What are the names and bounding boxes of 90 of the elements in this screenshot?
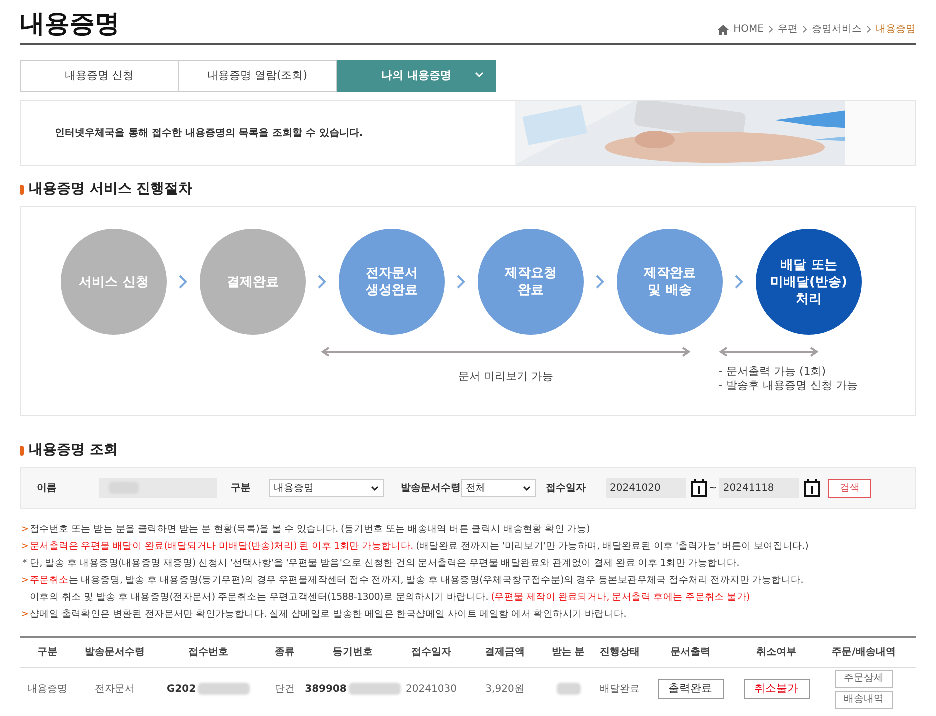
step-label: 전자문서 (366, 265, 418, 282)
chevron-right-icon (318, 275, 327, 290)
type-select[interactable]: 내용증명 (269, 479, 384, 498)
tab[interactable]: 나의 내용증명 (337, 60, 496, 92)
search-button[interactable]: 검색 (828, 478, 872, 498)
caret-icon (371, 486, 379, 491)
note-marker: > (21, 541, 29, 552)
receive-select[interactable]: 전체 (461, 479, 536, 498)
table-cell-text: 내용증명 (28, 682, 68, 697)
breadcrumb-link[interactable]: 우편 (778, 22, 798, 38)
step-label: 제작완료 (644, 265, 696, 282)
range-separator: ~ (709, 482, 718, 496)
section-heading: 내용증명 조회 (29, 441, 118, 460)
column-header: 구분 (36, 646, 58, 660)
breadcrumb-link[interactable]: 내용증명 (876, 22, 916, 38)
column-header: 접수일자 (410, 646, 452, 660)
column-header: 결제금액 (484, 646, 526, 660)
tab[interactable]: 내용증명 신청 (20, 60, 179, 92)
blurred-value (198, 683, 250, 696)
notice-text: 접수번호 또는 받는 분을 클릭하면 받는 분 현황(목록)을 볼 수 있습니다. (등기번호 또는 배송내역 버튼 클릭시 배송현황 확인 가능) (30, 523, 590, 538)
note-marker: > (21, 524, 29, 536)
note-marker: * (22, 558, 28, 570)
order-detail-button[interactable]: 주문상세 (835, 670, 893, 688)
table-cell-text: 배달완료 (600, 682, 640, 697)
print-status-button[interactable]: 출력완료 (658, 679, 724, 700)
field-label: 이름 (37, 482, 58, 496)
breadcrumb-link[interactable]: HOME (734, 22, 764, 38)
step-label: 완료 (518, 282, 544, 300)
blurred-value (556, 683, 580, 696)
chevron-right-icon (735, 275, 744, 290)
page-title: 내용증명 (20, 8, 120, 40)
chevron-right-icon (179, 275, 188, 290)
step-label: 및 배송 (648, 282, 692, 300)
calendar-icon[interactable] (804, 479, 820, 498)
order-detail-button[interactable]: 배송내역 (835, 690, 893, 709)
bullet-icon (20, 184, 24, 195)
tab[interactable]: 내용증명 열람(조회) (178, 60, 337, 92)
field-label: 접수일자 (546, 482, 587, 496)
column-header: 종류 (274, 646, 296, 660)
chevron-down-icon (475, 72, 484, 78)
chevron-right-icon (867, 26, 871, 34)
step-label: 생성완료 (366, 282, 418, 300)
step-label: 서비스 신청 (79, 274, 149, 291)
column-header: 받는 분 (550, 646, 586, 660)
table-cell[interactable]: G202 (166, 682, 196, 697)
notice-text: 문서출력은 우편물 배달이 완료(배달되거나 미배달(반송)처리) 된 이후 1회만 가능합니다. (배달완료 전까지는 '미리보기'만 가능하며, 배달완료된 이후 '출력가능' 버튼이 보여집니다.) (30, 540, 809, 554)
chevron-right-icon (803, 26, 807, 34)
chevron-right-icon (769, 26, 773, 34)
home-icon (718, 24, 729, 35)
table-cell-text: 3,920원 (486, 682, 524, 697)
step-label: 미배달(반송) (770, 274, 848, 291)
notice-text: 샵메일 출력확인은 변환된 전자문서만 확인가능합니다. 실제 샵메일로 발송한 메일은 한국샵메일 사이트 메일함 에서 확인하시기 바랍니다. (30, 608, 626, 622)
date-to-field[interactable]: 20241118 (719, 478, 800, 498)
chevron-right-icon (457, 275, 466, 290)
bullet-icon (20, 446, 24, 456)
breadcrumb-link[interactable]: 증명서비스 (812, 22, 862, 38)
final-note: - 발송후 내용증명 신청 가능 (719, 379, 858, 394)
column-header: 등기번호 (332, 646, 374, 660)
name-field[interactable] (99, 478, 217, 498)
column-header: 진행상태 (599, 646, 641, 660)
chevron-right-icon (596, 275, 605, 290)
notice-text: 주문취소는 내용증명, 발송 후 내용증명(등기우편)의 경우 우편물제작센터 접수 전까지, 발송 후 내용증명(우체국창구접수분)의 경우 등본보관우체국 접수처리 전까지만 가능합니다. (30, 574, 804, 588)
preview-note: 문서 미리보기 가능 (458, 369, 554, 386)
step-label: 배달 또는 (780, 256, 838, 274)
column-header: 취소여부 (756, 646, 798, 660)
step-label: 처리 (796, 290, 822, 308)
column-header: 주문/배송내역 (831, 646, 897, 660)
date-from-field[interactable]: 20241020 (606, 478, 686, 498)
column-header: 발송문서수령 (84, 646, 146, 660)
section-heading: 내용증명 서비스 진행절차 (29, 180, 193, 200)
notice-text: 단, 발송 후 내용증명(내용증명 재증명) 신청시 '선택사항'을 '우편물 받음'으로 신청한 건의 문서출력은 우편물 배달완료와 관계없이 결제 완료 이후 1회만 가능합니다. (30, 557, 740, 572)
banner-text: 인터넷우체국을 통해 접수한 내용증명의 목록을 조회할 수 있습니다. (55, 126, 364, 141)
notice-text: 이후의 취소 및 발송 후 내용증명(전자문서) 주문취소는 우편고객센터(1588-1300)로 문의하시기 바랍니다. (우편물 제작이 완료되거나, 문서출력 후에는 주문취소 불가) (30, 591, 750, 606)
table-cell-text: 단건 (275, 682, 295, 697)
table-cell[interactable]: 389908 (305, 682, 347, 697)
column-header: 접수번호 (188, 646, 230, 660)
field-label: 구분 (231, 482, 252, 496)
column-header: 문서출력 (670, 646, 712, 660)
table-cell-text: 20241030 (406, 682, 457, 697)
final-note: - 문서출력 가능 (1회) (719, 365, 828, 380)
field-label: 발송문서수령 (401, 482, 461, 496)
calendar-icon[interactable] (691, 479, 707, 498)
cancel-status-button[interactable]: 취소불가 (744, 679, 810, 700)
step-label: 결제완료 (227, 274, 279, 291)
table-cell-text: 전자문서 (95, 682, 135, 697)
blurred-value (348, 683, 401, 696)
step-label: 제작요청 (505, 265, 557, 282)
caret-icon (523, 486, 531, 491)
note-marker: > (21, 609, 29, 620)
note-marker: > (21, 575, 29, 586)
